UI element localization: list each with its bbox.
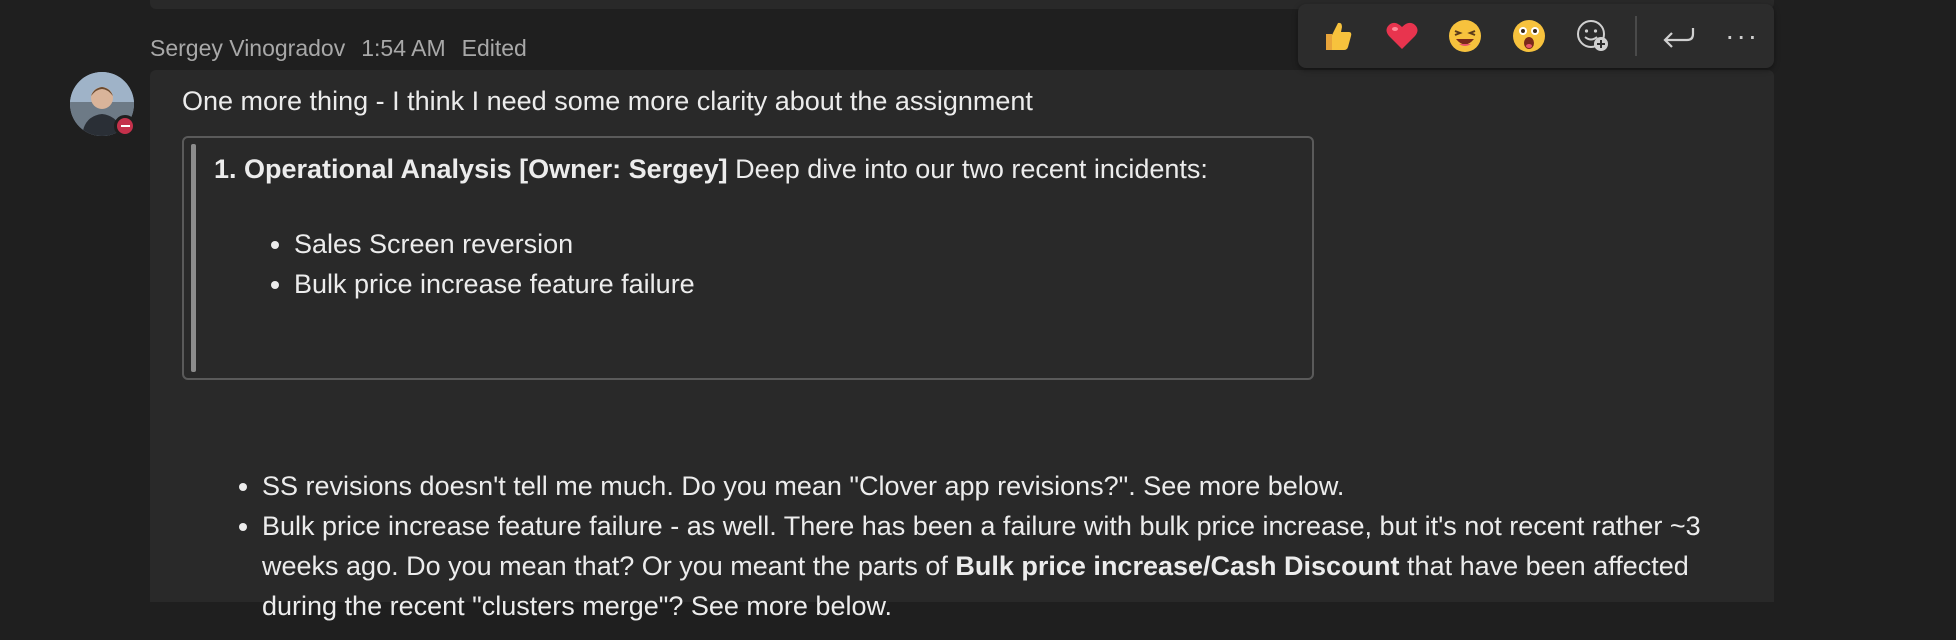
quote-title: 1. Operational Analysis [Owner: Sergey] … [214, 154, 1208, 185]
dnd-status-icon [114, 115, 136, 137]
list-item: SS revisions doesn't tell me much. Do yo… [262, 466, 1752, 506]
list-item: Sales Screen reversion [294, 224, 695, 264]
message-bubble: One more thing - I think I need some mor… [150, 70, 1774, 621]
message-timestamp: 1:54 AM [361, 34, 446, 61]
more-options-icon[interactable]: ··· [1710, 4, 1774, 68]
heart-icon[interactable] [1370, 4, 1434, 68]
add-reaction-icon[interactable] [1561, 4, 1625, 68]
quote-list: Sales Screen reversion Bulk price increa… [294, 224, 695, 304]
quote-title-rest: Deep dive into our two recent incidents: [727, 154, 1208, 184]
bullet-bold-text: Bulk price increase/Cash Discount [955, 551, 1400, 581]
message-bullet-list: SS revisions doesn't tell me much. Do yo… [232, 466, 1752, 626]
message-text: One more thing - I think I need some mor… [182, 86, 1033, 116]
toolbar-divider [1634, 16, 1637, 56]
quote-title-bold: 1. Operational Analysis [Owner: Sergey] [214, 154, 728, 184]
list-item: Bulk price increase feature failure - as… [262, 506, 1752, 626]
author-name[interactable]: Sergey Vinogradov [150, 35, 345, 62]
laughing-icon[interactable] [1433, 4, 1497, 68]
reply-icon[interactable] [1647, 4, 1711, 68]
message-header: Sergey Vinogradov 1:54 AM Edited [150, 34, 527, 62]
list-item: Bulk price increase feature failure [294, 264, 695, 304]
surprised-icon[interactable] [1497, 4, 1561, 68]
thumbs-up-icon[interactable] [1306, 4, 1370, 68]
edited-label: Edited [461, 34, 527, 61]
quoted-block: 1. Operational Analysis [Owner: Sergey] … [182, 136, 1314, 380]
quote-bar [191, 144, 196, 372]
reaction-toolbar: ··· [1298, 4, 1774, 68]
